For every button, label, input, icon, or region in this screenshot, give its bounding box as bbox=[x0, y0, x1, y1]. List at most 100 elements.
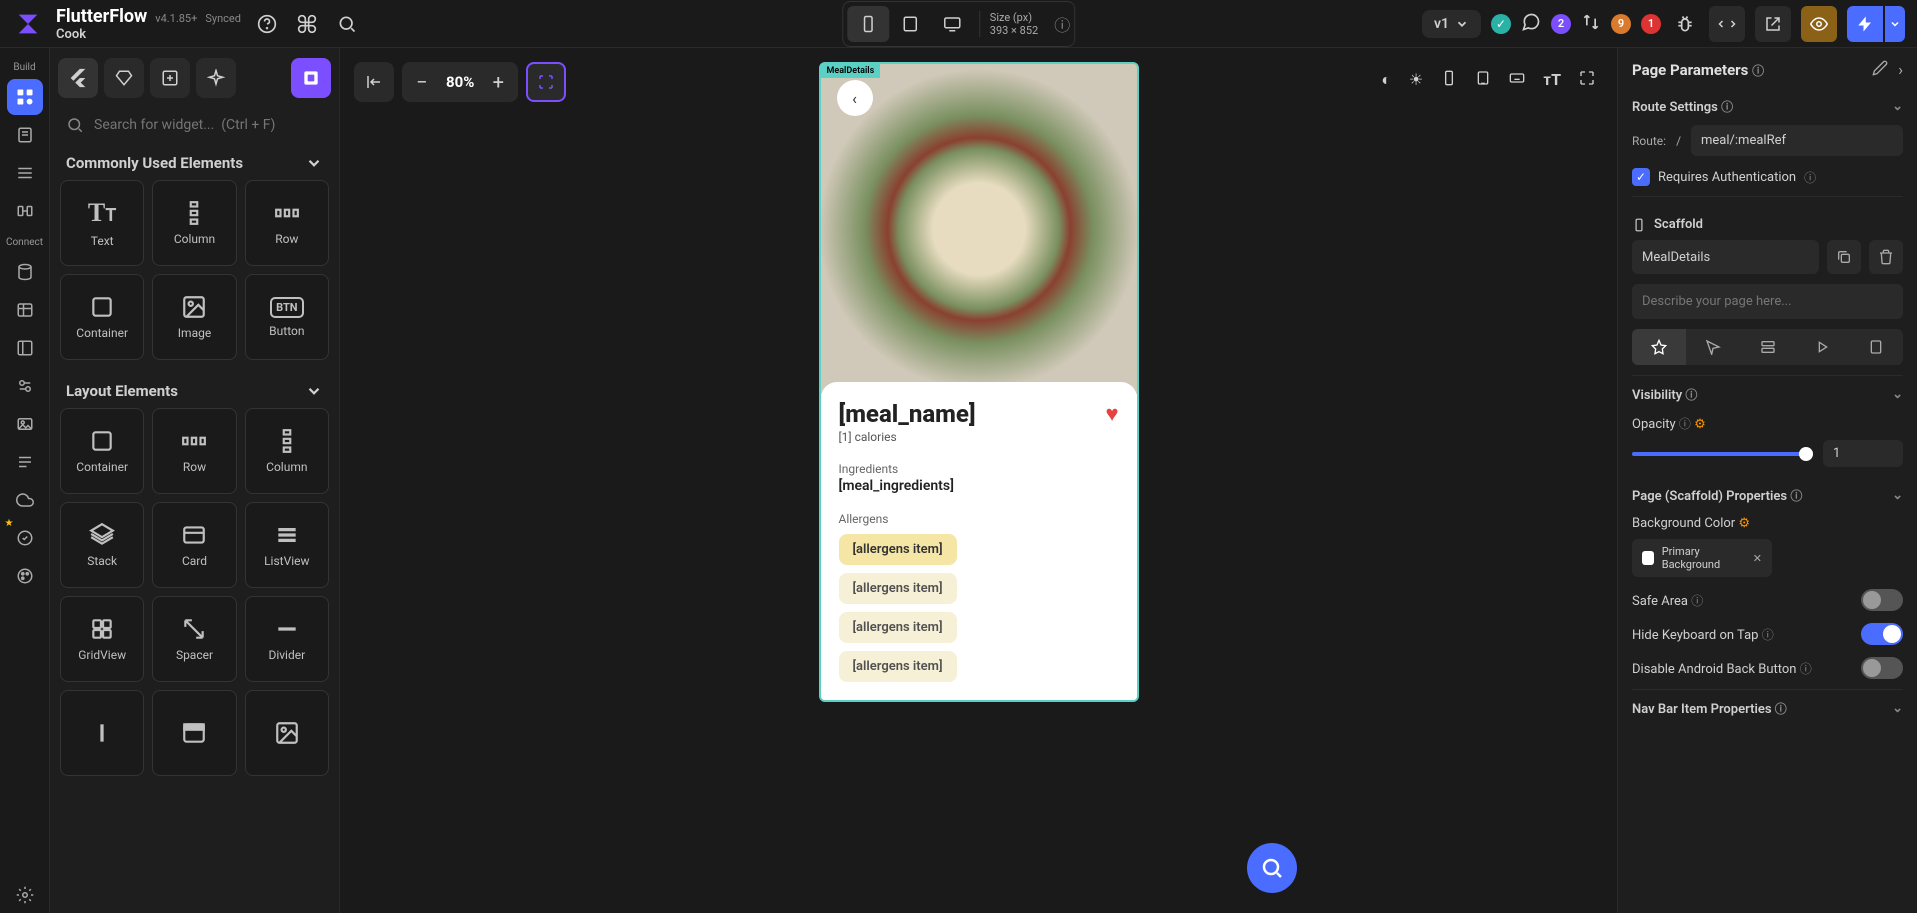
route-settings-header[interactable]: Route Settings ⓘ ⌄ bbox=[1632, 98, 1903, 115]
widget-container[interactable]: Container bbox=[60, 274, 144, 360]
widget-more-2[interactable] bbox=[152, 690, 236, 776]
description-input[interactable] bbox=[1632, 284, 1903, 319]
widget-container-layout[interactable]: Container bbox=[60, 408, 144, 494]
add-tab-button[interactable] bbox=[150, 58, 190, 98]
custom-code-tab-icon[interactable] bbox=[7, 444, 43, 480]
auth-checkbox[interactable]: ✓ bbox=[1632, 168, 1650, 186]
widget-gridview[interactable]: GridView bbox=[60, 596, 144, 682]
preview-button[interactable] bbox=[1801, 6, 1837, 42]
collapse-panel-button[interactable] bbox=[354, 62, 394, 102]
device-tablet-button[interactable] bbox=[889, 6, 931, 42]
selection-mode-button[interactable] bbox=[526, 62, 566, 102]
zoom-in-button[interactable]: + bbox=[482, 66, 514, 98]
widget-text[interactable]: TTText bbox=[60, 180, 144, 266]
actions-tab[interactable] bbox=[1686, 329, 1740, 365]
datatypes-tab-icon[interactable] bbox=[7, 292, 43, 328]
safe-area-toggle[interactable] bbox=[1861, 589, 1903, 611]
media-tab-icon[interactable] bbox=[7, 406, 43, 442]
sparkle-tab-button[interactable] bbox=[196, 58, 236, 98]
size-info-icon[interactable]: ⓘ bbox=[1054, 12, 1070, 36]
delete-button[interactable] bbox=[1869, 240, 1903, 274]
hide-keyboard-toggle[interactable] bbox=[1861, 623, 1903, 645]
scaffold-properties-header[interactable]: Page (Scaffold) Properties ⓘ ⌄ bbox=[1632, 487, 1903, 504]
check-status-icon[interactable]: ✓ bbox=[1491, 14, 1511, 34]
tree-tab-icon[interactable] bbox=[7, 155, 43, 191]
search-icon[interactable] bbox=[333, 10, 361, 38]
opacity-value[interactable]: 1 bbox=[1823, 440, 1903, 467]
widget-column[interactable]: Column bbox=[152, 180, 236, 266]
edit-icon[interactable] bbox=[1872, 60, 1888, 80]
scaffold-name-input[interactable] bbox=[1632, 240, 1819, 274]
errors-badge[interactable]: 1 bbox=[1641, 14, 1661, 34]
widget-button[interactable]: BTNButton bbox=[245, 274, 329, 360]
widget-stack[interactable]: Stack bbox=[60, 502, 144, 588]
pages-tab-icon[interactable] bbox=[7, 117, 43, 153]
device-desktop-button[interactable] bbox=[931, 6, 973, 42]
version-dropdown[interactable]: v1 bbox=[1422, 10, 1481, 38]
animations-tab[interactable] bbox=[1795, 329, 1849, 365]
route-input[interactable] bbox=[1691, 125, 1903, 156]
api-tab-icon[interactable] bbox=[7, 368, 43, 404]
database-tab-icon[interactable] bbox=[7, 254, 43, 290]
keyboard-icon[interactable] bbox=[1509, 70, 1525, 90]
widget-divider[interactable]: Divider bbox=[245, 596, 329, 682]
widget-more-3[interactable] bbox=[245, 690, 329, 776]
close-icon[interactable]: ✕ bbox=[1753, 552, 1762, 565]
theme-tab-icon[interactable] bbox=[7, 558, 43, 594]
info-icon[interactable]: ⓘ bbox=[1804, 169, 1816, 186]
opacity-slider[interactable] bbox=[1632, 452, 1813, 456]
brightness-icon[interactable]: ☀ bbox=[1409, 70, 1423, 90]
settings-tab-icon[interactable] bbox=[7, 877, 43, 913]
text-size-icon[interactable]: ᴛT bbox=[1543, 70, 1561, 90]
bug-icon[interactable] bbox=[1671, 10, 1699, 38]
resize-icon[interactable] bbox=[1579, 70, 1595, 90]
layout-elements-header[interactable]: Layout Elements bbox=[50, 370, 339, 408]
device-phone-icon[interactable] bbox=[1441, 70, 1457, 90]
code-button[interactable] bbox=[1709, 6, 1745, 42]
chat-icon[interactable] bbox=[1521, 12, 1541, 36]
heart-icon[interactable]: ♥ bbox=[1105, 401, 1118, 427]
widget-more-1[interactable] bbox=[60, 690, 144, 776]
logo[interactable] bbox=[12, 8, 44, 40]
cloud-functions-tab-icon[interactable] bbox=[7, 482, 43, 518]
palette-icon[interactable]: ◐ bbox=[1381, 70, 1391, 90]
backend-tab[interactable] bbox=[1740, 329, 1794, 365]
widget-row-layout[interactable]: Row bbox=[152, 408, 236, 494]
nav-bar-properties-header[interactable]: Nav Bar Item Properties ⓘ ⌄ bbox=[1632, 700, 1903, 717]
flutter-tab-button[interactable] bbox=[58, 58, 98, 98]
swap-icon[interactable] bbox=[1581, 12, 1601, 36]
back-button[interactable]: ‹ bbox=[837, 80, 873, 116]
widget-image[interactable]: Image bbox=[152, 274, 236, 360]
notification-badge[interactable]: 2 bbox=[1551, 14, 1571, 34]
appstate-tab-icon[interactable] bbox=[7, 330, 43, 366]
device-phone-button[interactable] bbox=[847, 6, 889, 42]
widget-column-layout[interactable]: Column bbox=[245, 408, 329, 494]
zoom-out-button[interactable]: − bbox=[406, 66, 438, 98]
color-value-chip[interactable]: Primary Background ✕ bbox=[1632, 539, 1772, 577]
widget-row[interactable]: Row bbox=[245, 180, 329, 266]
device-save-icon[interactable] bbox=[1475, 70, 1491, 90]
info-icon[interactable]: ⓘ bbox=[1752, 64, 1764, 78]
visibility-header[interactable]: Visibility ⓘ ⌄ bbox=[1632, 386, 1903, 403]
storyboard-tab-icon[interactable] bbox=[7, 193, 43, 229]
docs-tab[interactable] bbox=[1849, 329, 1903, 365]
disable-back-toggle[interactable] bbox=[1861, 657, 1903, 679]
design-tab[interactable] bbox=[1632, 329, 1686, 365]
widget-card[interactable]: Card bbox=[152, 502, 236, 588]
run-dropdown[interactable] bbox=[1885, 6, 1905, 42]
diamond-tab-button[interactable] bbox=[104, 58, 144, 98]
common-elements-header[interactable]: Commonly Used Elements bbox=[50, 142, 339, 180]
warnings-badge[interactable]: 9 bbox=[1611, 14, 1631, 34]
help-icon[interactable] bbox=[253, 10, 281, 38]
help-fab[interactable] bbox=[1247, 843, 1297, 893]
widget-spacer[interactable]: Spacer bbox=[152, 596, 236, 682]
widget-search-input[interactable] bbox=[94, 117, 323, 133]
widgets-tab-icon[interactable] bbox=[7, 79, 43, 115]
device-preview[interactable]: MealDetails ‹ [meal_name] ♥ [1] calories… bbox=[819, 62, 1139, 702]
widget-listview[interactable]: ListView bbox=[245, 502, 329, 588]
command-icon[interactable] bbox=[293, 10, 321, 38]
tests-tab-icon[interactable]: ★ bbox=[7, 520, 43, 556]
run-button[interactable] bbox=[1847, 6, 1883, 42]
copy-button[interactable] bbox=[1827, 240, 1861, 274]
insert-mode-button[interactable] bbox=[291, 58, 331, 98]
